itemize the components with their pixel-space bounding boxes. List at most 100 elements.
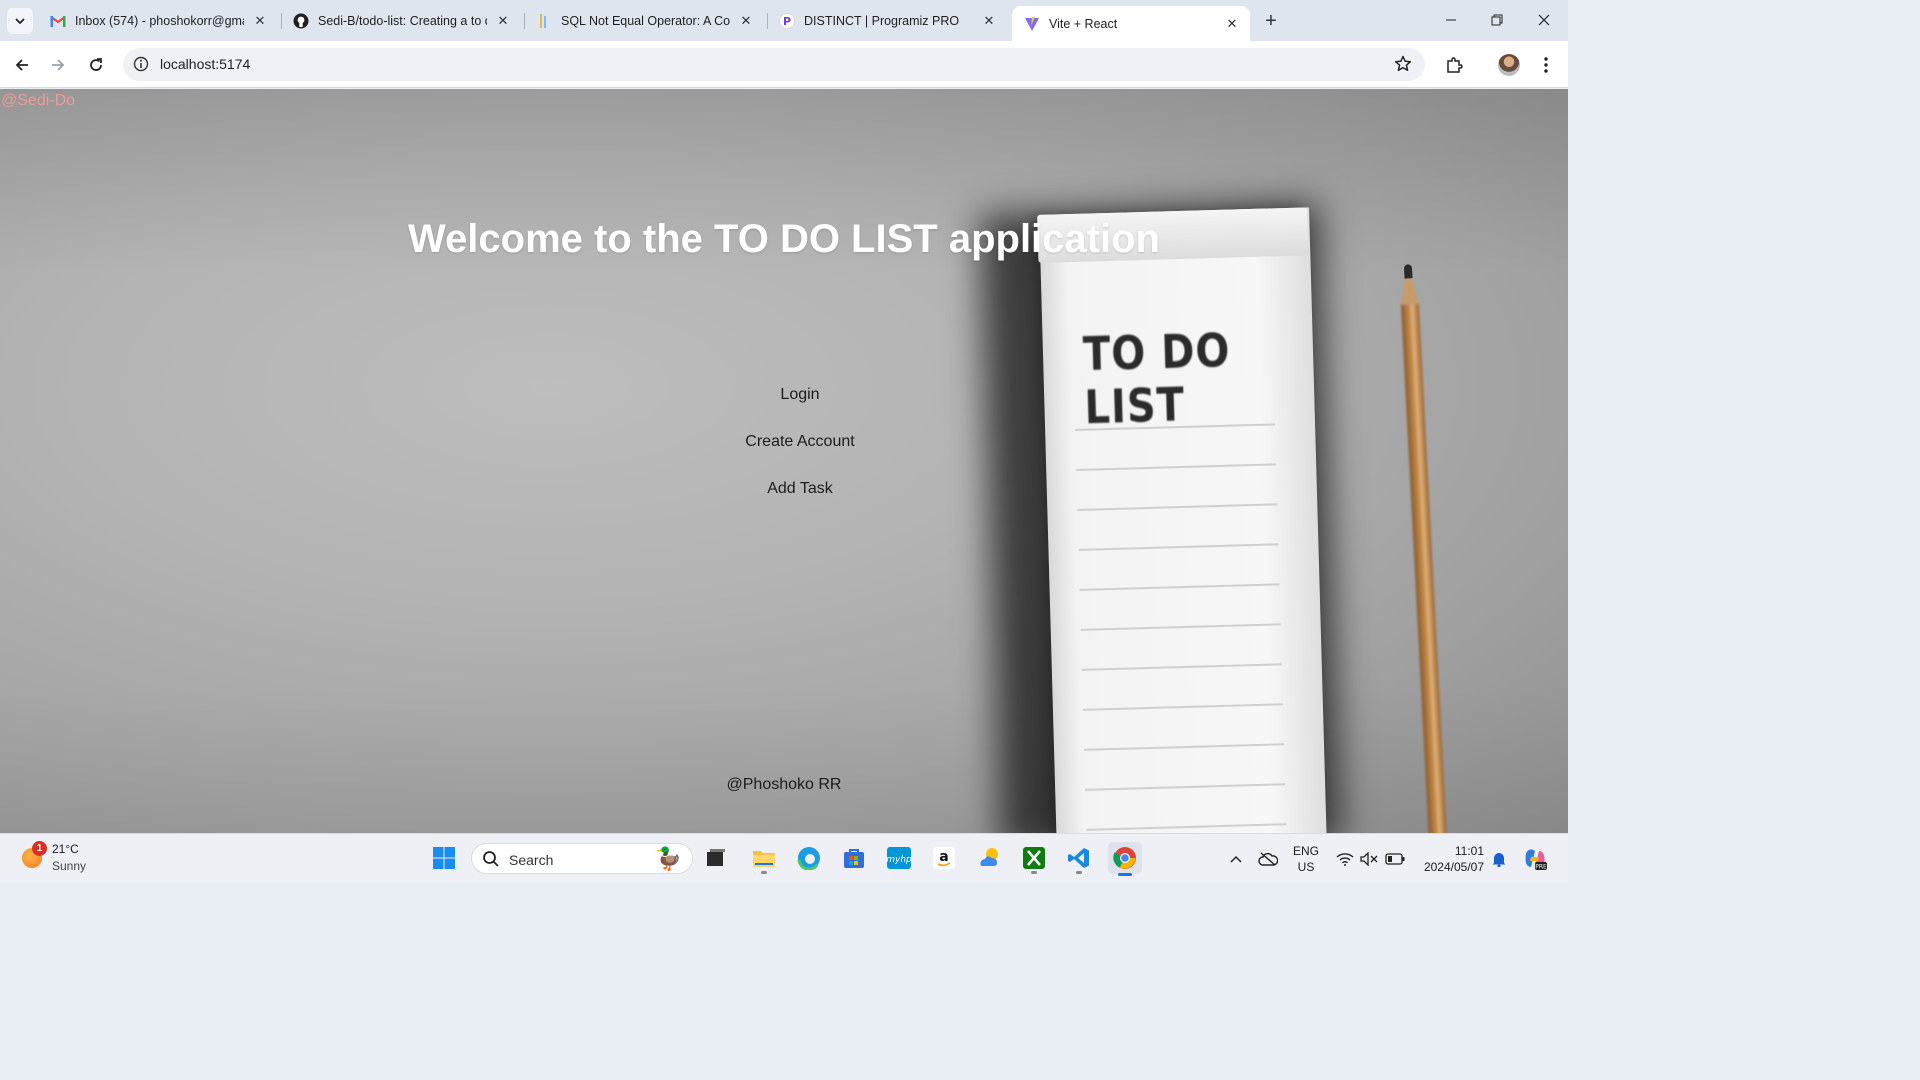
- forward-button[interactable]: [44, 51, 72, 79]
- taskbar-myhp[interactable]: myhp: [885, 844, 913, 872]
- browser-menu-button[interactable]: [1535, 53, 1557, 77]
- minimize-icon: [1446, 19, 1456, 21]
- close-icon[interactable]: ✕: [495, 13, 511, 29]
- vscode-icon: [1068, 848, 1089, 868]
- taskbar-weather-app[interactable]: [975, 844, 1003, 872]
- tab-programiz[interactable]: P DISTINCT | Programiz PRO ✕: [767, 6, 1007, 35]
- new-tab-button[interactable]: +: [1258, 8, 1284, 34]
- back-button[interactable]: [8, 51, 36, 79]
- tab-vite-react[interactable]: Vite + React ✕: [1012, 6, 1250, 41]
- chevron-up-icon: [1230, 855, 1242, 863]
- cloud-offline-icon: [1258, 851, 1278, 866]
- pencil-lead: [1403, 264, 1413, 279]
- notepad-line: [1076, 463, 1277, 471]
- close-window-button[interactable]: [1521, 0, 1567, 40]
- notepad-line: [1084, 743, 1285, 751]
- duck-icon: 🦆: [654, 846, 682, 871]
- language-code: ENG: [1293, 844, 1320, 858]
- taskbar: 1 21°C Sunny Search 🦆 myhp a ENG US 11:0…: [0, 833, 1568, 882]
- notepad-title: TO DO LIST: [1082, 324, 1232, 435]
- copilot-icon: PRE: [1525, 848, 1547, 870]
- wifi-icon: [1336, 852, 1354, 866]
- vite-icon: [1024, 16, 1040, 32]
- background-notepad-image: TO DO LIST: [1037, 207, 1327, 833]
- reload-button[interactable]: [82, 51, 110, 79]
- reload-icon: [90, 58, 102, 71]
- programiz-icon: P: [779, 12, 795, 29]
- more-vertical-icon: [1544, 57, 1548, 73]
- search-label: Search: [509, 852, 554, 868]
- plus-icon: +: [1265, 9, 1277, 32]
- profile-avatar[interactable]: [1498, 54, 1520, 76]
- volume-muted-icon: [1360, 851, 1378, 866]
- copilot-button[interactable]: PRE: [1521, 834, 1549, 883]
- taskbar-file-explorer[interactable]: [750, 844, 778, 874]
- extensions-button[interactable]: [1442, 53, 1466, 77]
- weather-condition: Sunny: [52, 859, 87, 873]
- address-bar[interactable]: localhost:5174: [123, 48, 1425, 81]
- restore-icon: [1491, 14, 1503, 26]
- tab-gmail[interactable]: Inbox (574) - phoshokorr@gma ✕: [38, 6, 278, 35]
- site-info-icon[interactable]: [131, 54, 151, 74]
- notepad-line: [1082, 703, 1283, 711]
- close-icon[interactable]: ✕: [1224, 16, 1240, 32]
- taskbar-vscode[interactable]: [1065, 844, 1093, 874]
- tab-strip: Inbox (574) - phoshokorr@gma ✕ Sedi-B/to…: [0, 0, 1568, 41]
- language-indicator[interactable]: ENG US: [1293, 843, 1319, 875]
- close-icon[interactable]: ✕: [252, 13, 268, 29]
- notepad-line: [1080, 623, 1281, 631]
- chrome-icon: [1113, 847, 1136, 869]
- notifications-button[interactable]: [1488, 834, 1510, 883]
- close-icon[interactable]: ✕: [981, 13, 997, 29]
- taskbar-search[interactable]: Search 🦆: [471, 843, 693, 874]
- bookmark-star-icon[interactable]: [1393, 54, 1413, 74]
- close-icon[interactable]: ✕: [738, 13, 754, 29]
- running-indicator: [1118, 873, 1132, 876]
- start-button[interactable]: [430, 844, 458, 872]
- tab-title: SQL Not Equal Operator: A Com: [561, 13, 730, 28]
- url-text[interactable]: localhost:5174: [160, 56, 250, 72]
- main-menu: Login Create Account Add Task: [700, 385, 900, 526]
- author-handle: @Sedi-Do: [1, 92, 76, 109]
- page-viewport: TO DO LIST @Sedi-Do Welcome to the TO DO…: [0, 89, 1568, 833]
- tab-sql[interactable]: SQL Not Equal Operator: A Com ✕: [524, 6, 764, 35]
- arrow-right-icon: [52, 59, 65, 71]
- notepad-line: [1077, 503, 1278, 511]
- page-title: Welcome to the TO DO LIST application: [408, 217, 1160, 261]
- show-hidden-icons-button[interactable]: [1226, 834, 1246, 883]
- volume-tray[interactable]: [1358, 834, 1380, 883]
- taskbar-xbox[interactable]: [1020, 844, 1048, 874]
- running-indicator: [1031, 871, 1037, 874]
- system-clock[interactable]: 11:01 2024/05/07: [1418, 843, 1484, 875]
- running-indicator: [761, 871, 767, 874]
- taskbar-store[interactable]: [840, 844, 868, 872]
- notepad-line: [1079, 583, 1280, 591]
- tab-github[interactable]: Sedi-B/todo-list: Creating a to d ✕: [281, 6, 521, 35]
- notepad-line: [1078, 543, 1279, 551]
- notepad-line: [1086, 823, 1287, 831]
- taskbar-edge[interactable]: [795, 844, 823, 872]
- browser-toolbar: localhost:5174: [0, 41, 1568, 88]
- notepad-line: [1081, 663, 1282, 671]
- battery-icon: [1385, 852, 1405, 865]
- sql-icon: [536, 13, 552, 29]
- region-code: US: [1297, 860, 1315, 874]
- bell-icon: [1492, 852, 1506, 867]
- weather-badge: 1: [32, 841, 47, 856]
- restore-button[interactable]: [1474, 0, 1520, 40]
- taskbar-amazon[interactable]: a: [930, 844, 958, 872]
- add-task-link[interactable]: Add Task: [700, 479, 900, 526]
- edge-icon: [797, 847, 820, 870]
- tab-search-button[interactable]: [7, 8, 33, 34]
- minimize-button[interactable]: [1428, 0, 1474, 40]
- weather-temperature: 21°C: [52, 842, 79, 856]
- battery-tray[interactable]: [1383, 834, 1407, 883]
- windows-logo-icon: [433, 847, 455, 869]
- folder-icon: [753, 851, 775, 867]
- taskbar-task-view[interactable]: [702, 844, 730, 872]
- wifi-tray[interactable]: [1334, 834, 1356, 883]
- login-link[interactable]: Login: [700, 385, 900, 432]
- onedrive-tray[interactable]: [1256, 834, 1280, 883]
- create-account-link[interactable]: Create Account: [700, 432, 900, 479]
- taskbar-chrome[interactable]: [1108, 842, 1142, 876]
